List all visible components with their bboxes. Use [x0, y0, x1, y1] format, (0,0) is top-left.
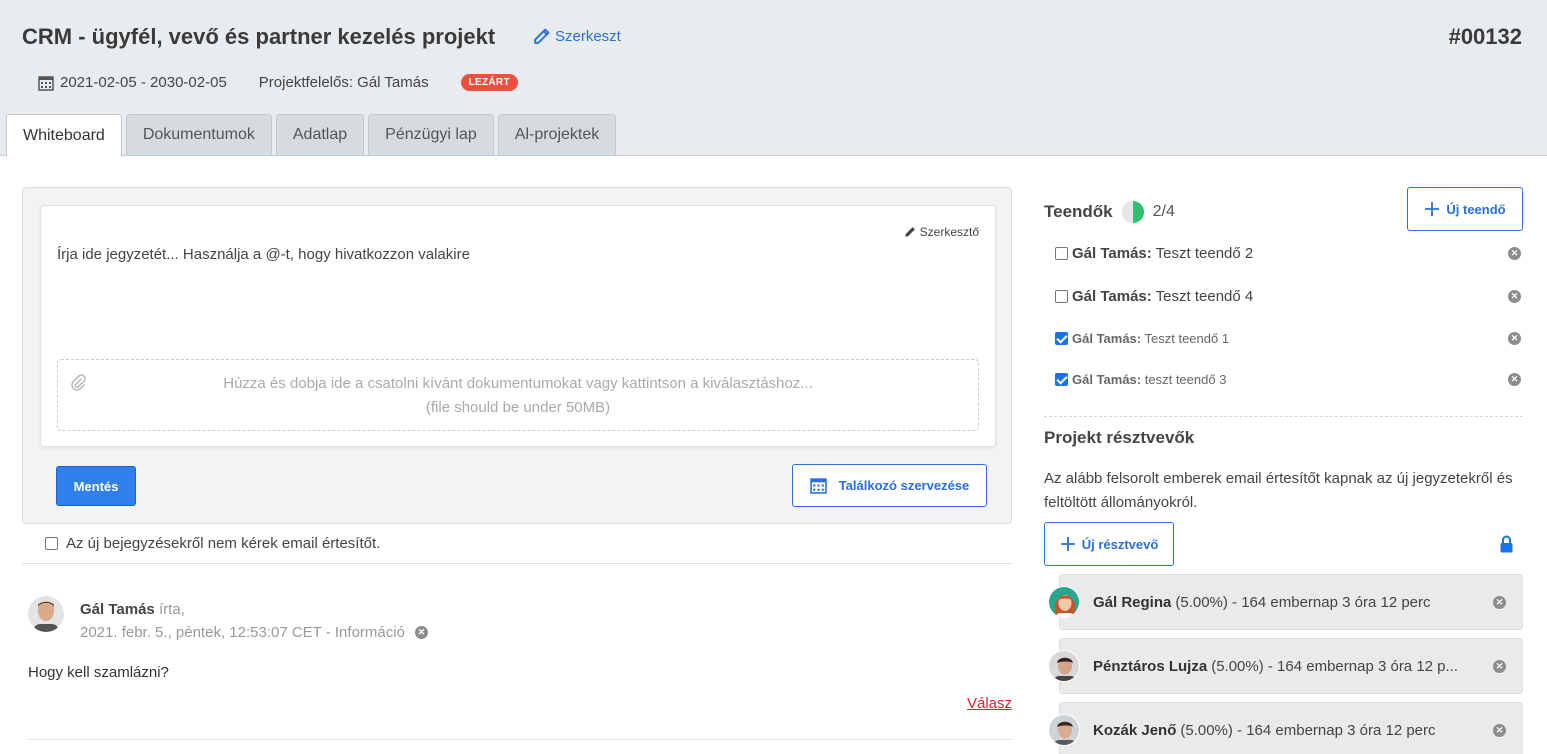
save-button[interactable]: Mentés	[56, 466, 136, 506]
organize-meeting-button[interactable]: Találkozó szervezése	[792, 464, 987, 507]
todo-text: Gál Tamás: Teszt teendő 2	[1072, 245, 1253, 262]
todos-header: Teendők 2/4	[1044, 200, 1175, 224]
new-todo-label: Új teendő	[1446, 201, 1506, 217]
todo-assignee: Gál Tamás:	[1072, 331, 1142, 346]
delete-todo-icon[interactable]: ✕	[1508, 373, 1521, 386]
tab-penzugyi-lap[interactable]: Pénzügyi lap	[368, 114, 494, 155]
new-todo-button[interactable]: Új teendő	[1407, 187, 1523, 231]
edit-project-label: Szerkeszt	[555, 28, 621, 45]
delete-post-icon[interactable]: ✕	[414, 626, 428, 639]
todos-title: Teendők	[1044, 202, 1113, 221]
todo-item: Gál Tamás: teszt teendő 3 ✕	[1055, 372, 1521, 387]
participant-row[interactable]: Pénztáros Lujza (5.00%) - 164 embernap 3…	[1048, 638, 1523, 694]
todo-assignee: Gál Tamás:	[1072, 288, 1152, 305]
dropzone-limit: (file should be under 50MB)	[425, 399, 611, 416]
avatar	[28, 596, 64, 632]
participant-name: Kozák Jenő	[1093, 721, 1177, 739]
new-participant-button[interactable]: Új résztvevő	[1044, 522, 1174, 566]
note-input[interactable]: Írja ide jegyzetét... Használja a @-t, h…	[57, 246, 470, 263]
tab-bar: Whiteboard Dokumentumok Adatlap Pénzügyi…	[6, 114, 617, 157]
delete-todo-icon[interactable]: ✕	[1508, 290, 1521, 303]
participant-row[interactable]: Gál Regina (5.00%) - 164 embernap 3 óra …	[1048, 574, 1523, 630]
post-meta: 2021. febr. 5., péntek, 12:53:07 CET - I…	[80, 624, 428, 641]
remove-participant-icon[interactable]: ✕	[1493, 595, 1506, 609]
reply-link[interactable]: Válasz	[967, 695, 1012, 712]
project-owner: Projektfelelős: Gál Tamás	[258, 74, 429, 91]
paperclip-icon	[71, 374, 86, 391]
pencil-icon	[534, 28, 550, 44]
pencil-icon	[905, 227, 915, 237]
avatar	[1048, 714, 1080, 746]
post-wrote: írta,	[158, 601, 185, 618]
participant-row[interactable]: Kozák Jenő (5.00%) - 164 embernap 3 óra …	[1048, 702, 1523, 754]
todo-item: Gál Tamás: Teszt teendő 1 ✕	[1055, 331, 1521, 346]
participants-title: Projekt résztvevők	[1044, 428, 1195, 447]
post-author-line: Gál Tamás írta,	[80, 601, 185, 618]
todo-task: Teszt teendő 2	[1155, 245, 1254, 262]
todo-item: Gál Tamás: Teszt teendő 2 ✕	[1055, 245, 1521, 262]
participant-name: Pénztáros Lujza	[1093, 657, 1208, 675]
tab-al-projektek[interactable]: Al-projektek	[497, 114, 617, 155]
divider	[28, 739, 1012, 740]
date-range-text: 2021-02-05 - 2030-02-05	[60, 74, 227, 91]
post-body: Hogy kell szamlázni?	[28, 664, 169, 681]
editor-toggle-label: Szerkesztő	[919, 225, 979, 239]
file-dropzone[interactable]: Húzza és dobja ide a csatolni kívánt dok…	[57, 359, 979, 431]
todos-progress-pie	[1121, 201, 1144, 223]
divider	[1044, 416, 1523, 417]
calendar-icon	[38, 75, 54, 91]
todo-task: Teszt teendő 1	[1144, 331, 1230, 346]
todo-assignee: Gál Tamás:	[1072, 245, 1152, 262]
calendar-icon	[809, 478, 827, 494]
avatar	[1048, 586, 1080, 618]
email-optout-checkbox[interactable]	[45, 537, 58, 550]
note-editor[interactable]: Szerkesztő Írja ide jegyzetét... Használ…	[40, 205, 996, 447]
post-timestamp: 2021. febr. 5., péntek, 12:53:07 CET - I…	[80, 624, 405, 641]
todo-text: Gál Tamás: Teszt teendő 1	[1072, 331, 1229, 346]
todo-checkbox[interactable]	[1055, 247, 1068, 260]
lock-icon[interactable]	[1500, 535, 1513, 553]
divider	[22, 563, 1012, 564]
project-header: CRM - ügyfél, vevő és partner kezelés pr…	[0, 0, 1547, 157]
todo-checkbox[interactable]	[1055, 290, 1068, 303]
page-title: CRM - ügyfél, vevő és partner kezelés pr…	[22, 24, 496, 49]
todo-text: Gál Tamás: teszt teendő 3	[1072, 372, 1226, 387]
todo-assignee: Gál Tamás:	[1072, 372, 1142, 387]
todo-task: teszt teendő 3	[1144, 372, 1227, 387]
remove-participant-icon[interactable]: ✕	[1493, 723, 1506, 737]
project-meta: 2021-02-05 - 2030-02-05 Projektfelelős: …	[38, 74, 518, 91]
plus-icon	[1060, 537, 1075, 551]
avatar	[1048, 650, 1080, 682]
participant-details: (5.00%) - 164 embernap 3 óra 12 perc	[1175, 593, 1431, 611]
todo-task: Teszt teendő 4	[1155, 288, 1254, 305]
organize-meeting-label: Találkozó szervezése	[838, 478, 970, 493]
email-optout-label: Az új bejegyzésekről nem kérek email ért…	[66, 535, 381, 552]
project-id: #00132	[1448, 24, 1522, 49]
remove-participant-icon[interactable]: ✕	[1493, 659, 1506, 673]
note-panel: Szerkesztő Írja ide jegyzetét... Használ…	[22, 187, 1012, 524]
participant-details: (5.00%) - 164 embernap 3 óra 12 perc	[1180, 721, 1436, 739]
date-range: 2021-02-05 - 2030-02-05	[38, 74, 227, 91]
dropzone-text: Húzza és dobja ide a csatolni kívánt dok…	[223, 375, 813, 392]
tab-whiteboard[interactable]: Whiteboard	[6, 114, 122, 157]
post-author: Gál Tamás	[80, 601, 155, 618]
tab-adatlap[interactable]: Adatlap	[275, 114, 365, 155]
participant-name: Gál Regina	[1093, 593, 1172, 611]
delete-todo-icon[interactable]: ✕	[1508, 247, 1521, 260]
todo-checkbox[interactable]	[1055, 332, 1068, 345]
participants-description: Az alább felsorolt emberek email értesít…	[1044, 470, 1513, 511]
todo-item: Gál Tamás: Teszt teendő 4 ✕	[1055, 288, 1521, 305]
email-optout[interactable]: Az új bejegyzésekről nem kérek email ért…	[45, 535, 380, 552]
new-participant-label: Új résztvevő	[1081, 536, 1159, 552]
todos-count: 2/4	[1152, 203, 1175, 220]
todo-checkbox[interactable]	[1055, 373, 1068, 386]
delete-todo-icon[interactable]: ✕	[1508, 332, 1521, 345]
plus-icon	[1425, 202, 1440, 216]
edit-project-link[interactable]: Szerkeszt	[533, 28, 621, 45]
participant-details: (5.00%) - 164 embernap 3 óra 12 p...	[1211, 657, 1459, 675]
status-badge: LEZÁRT	[460, 74, 518, 91]
tab-dokumentumok[interactable]: Dokumentumok	[125, 114, 272, 155]
todo-text: Gál Tamás: Teszt teendő 4	[1072, 288, 1253, 305]
editor-toggle-button[interactable]: Szerkesztő	[904, 225, 979, 239]
